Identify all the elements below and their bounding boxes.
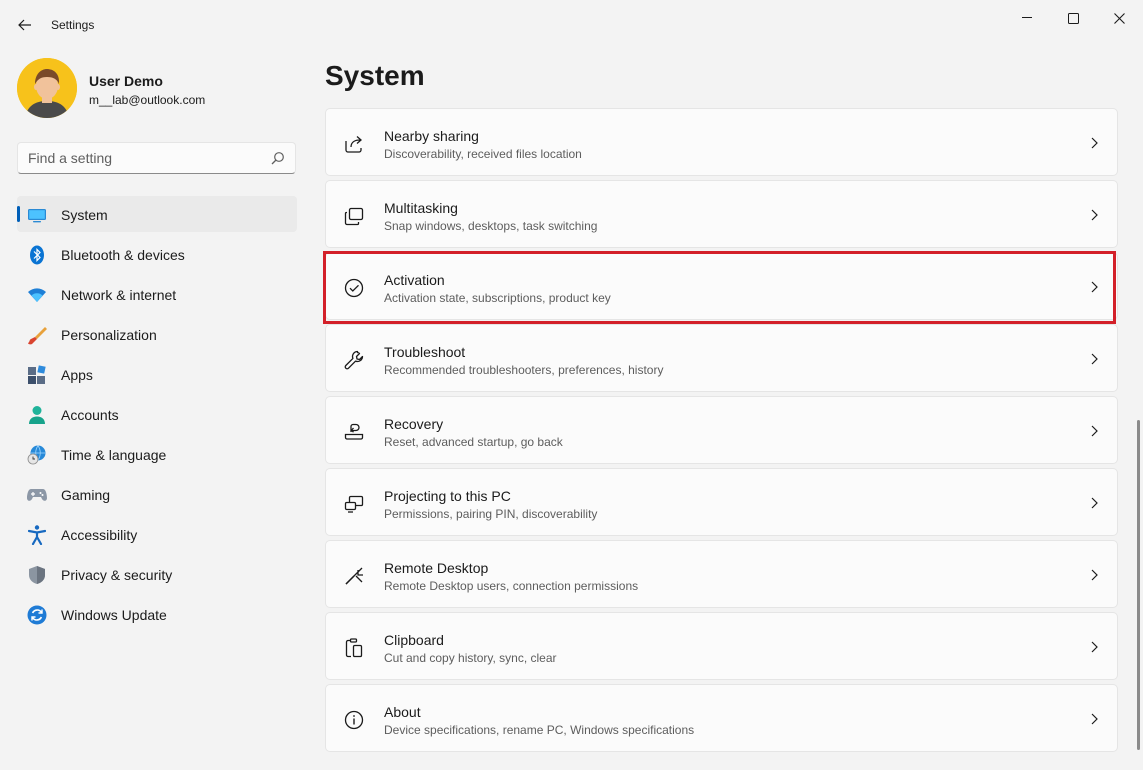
maximize-button[interactable] [1050,4,1096,32]
chevron-right-icon [1091,569,1098,581]
card-description: Permissions, pairing PIN, discoverabilit… [384,507,598,521]
card-title: About [384,704,421,720]
user-email: m__lab@outlook.com [89,93,206,107]
sidebar-item-windows-update[interactable]: Windows Update [17,596,297,632]
bluetooth-icon [27,245,47,265]
monitor-icon [27,205,47,225]
sidebar-item-label: Gaming [61,487,111,503]
vertical-scrollbar[interactable] [1137,420,1140,750]
sidebar-item-label: Time & language [61,447,167,463]
checkmark-circle-icon [344,278,364,298]
card-title: Recovery [384,416,444,432]
sidebar-item-label: Apps [61,367,93,383]
chevron-right-icon [1091,209,1098,221]
sidebar-item-gaming[interactable]: Gaming [17,476,297,512]
card-title: Projecting to this PC [384,488,511,504]
sidebar-item-label: Windows Update [61,607,167,623]
clipboard-icon [345,638,363,658]
chevron-right-icon [1091,281,1098,293]
minimize-icon [1021,17,1032,18]
chevron-right-icon [1091,425,1098,437]
card-title: Activation [384,272,445,288]
settings-card-multitasking[interactable]: Multitasking Snap windows, desktops, tas… [325,180,1118,248]
minimize-button[interactable] [1004,4,1050,32]
settings-card-remote-desktop[interactable]: Remote Desktop Remote Desktop users, con… [325,540,1118,608]
multitasking-icon [344,207,364,226]
maximize-icon [1067,12,1079,24]
sidebar-item-label: Personalization [61,327,157,343]
app-title: Settings [51,18,95,32]
sidebar-item-label: Accounts [61,407,119,423]
sidebar-item-accessibility[interactable]: Accessibility [17,516,297,552]
card-title: Troubleshoot [384,344,466,360]
sidebar-item-label: System [61,207,108,223]
user-name: User Demo [89,73,163,89]
sidebar-item-label: Network & internet [61,287,177,303]
card-description: Activation state, subscriptions, product… [384,291,611,305]
back-arrow-icon [18,19,31,31]
sidebar-nav: System Bluetooth & devices Network & int… [17,196,297,636]
title-bar: Settings [0,0,1143,50]
recovery-icon [344,423,364,440]
close-icon [1113,12,1125,24]
share-icon [345,136,362,153]
sidebar-item-label: Accessibility [61,527,138,543]
sidebar-item-network[interactable]: Network & internet [17,276,297,312]
wrench-icon [344,350,364,370]
sidebar-item-privacy-security[interactable]: Privacy & security [17,556,297,592]
gamepad-icon [27,485,47,505]
settings-card-projecting[interactable]: Projecting to this PC Permissions, pairi… [325,468,1118,536]
chevron-right-icon [1091,641,1098,653]
update-icon [27,605,47,625]
card-title: Multitasking [384,200,458,216]
remote-desktop-icon [345,567,363,585]
card-description: Remote Desktop users, connection permiss… [384,579,639,593]
avatar[interactable] [17,58,77,118]
back-button[interactable] [12,12,38,38]
settings-card-troubleshoot[interactable]: Troubleshoot Recommended troubleshooters… [325,324,1118,392]
accessibility-icon [27,525,47,545]
card-description: Recommended troubleshooters, preferences… [384,363,664,377]
card-description: Discoverability, received files location [384,147,582,161]
person-icon [27,405,47,425]
info-icon [344,710,364,730]
settings-card-nearby-sharing[interactable]: Nearby sharing Discoverability, received… [325,108,1118,176]
sidebar-item-personalization[interactable]: Personalization [17,316,297,352]
card-title: Nearby sharing [384,128,479,144]
settings-card-activation[interactable]: Activation Activation state, subscriptio… [325,252,1118,320]
sidebar-item-time-language[interactable]: Time & language [17,436,297,472]
chevron-right-icon [1091,353,1098,365]
chevron-right-icon [1091,497,1098,509]
chevron-right-icon [1091,137,1098,149]
settings-list: Nearby sharing Discoverability, received… [325,108,1118,756]
settings-card-clipboard[interactable]: Clipboard Cut and copy history, sync, cl… [325,612,1118,680]
card-description: Cut and copy history, sync, clear [384,651,557,665]
card-title: Clipboard [384,632,444,648]
sidebar-item-label: Bluetooth & devices [61,247,185,263]
sidebar-item-accounts[interactable]: Accounts [17,396,297,432]
search-icon[interactable] [271,151,285,165]
sidebar-item-system[interactable]: System [17,196,297,232]
brush-icon [27,325,47,345]
search-box[interactable] [17,142,296,174]
search-input[interactable] [18,143,263,173]
card-description: Device specifications, rename PC, Window… [384,723,695,737]
sidebar-item-label: Privacy & security [61,567,173,583]
sidebar-item-apps[interactable]: Apps [17,356,297,392]
projecting-icon [344,495,364,513]
wifi-icon [27,285,47,305]
chevron-right-icon [1091,713,1098,725]
card-description: Snap windows, desktops, task switching [384,219,598,233]
globe-clock-icon [27,445,47,465]
settings-card-recovery[interactable]: Recovery Reset, advanced startup, go bac… [325,396,1118,464]
sidebar-item-bluetooth[interactable]: Bluetooth & devices [17,236,297,272]
close-button[interactable] [1096,4,1142,32]
user-avatar-icon [17,58,77,118]
apps-icon [27,365,47,385]
card-title: Remote Desktop [384,560,489,576]
settings-card-about[interactable]: About Device specifications, rename PC, … [325,684,1118,752]
page-title: System [325,60,425,91]
card-description: Reset, advanced startup, go back [384,435,563,449]
shield-icon [27,565,47,585]
